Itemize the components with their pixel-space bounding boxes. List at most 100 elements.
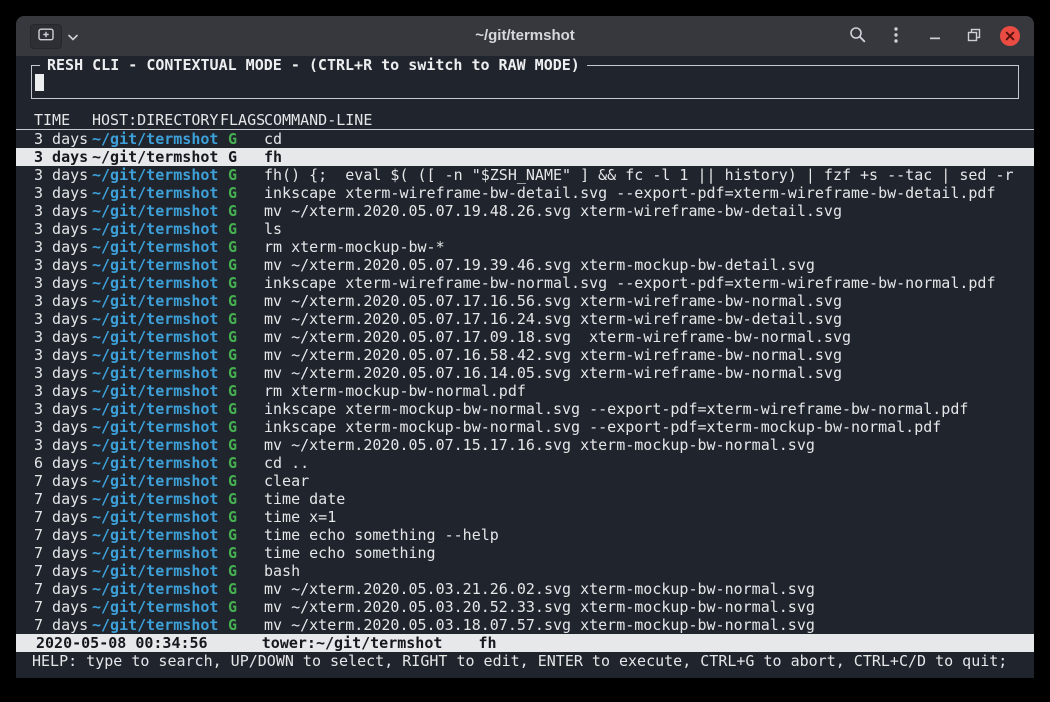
row-flags: G (220, 130, 264, 148)
restore-window-icon (967, 28, 981, 45)
history-rows: 3 days ~/git/termshot G cd 3 days ~/git/… (16, 130, 1034, 634)
row-directory: ~/git/termshot (92, 580, 220, 598)
row-command: cd (264, 130, 1034, 148)
row-directory: ~/git/termshot (92, 310, 220, 328)
row-flags: G (220, 400, 264, 418)
row-time: 3 days (34, 346, 92, 364)
table-row[interactable]: 3 days ~/git/termshot G mv ~/xterm.2020.… (16, 202, 1034, 220)
row-directory: ~/git/termshot (92, 472, 220, 490)
row-directory: ~/git/termshot (92, 328, 220, 346)
row-flags: G (220, 598, 264, 616)
table-row[interactable]: 3 days ~/git/termshot G fh() {; eval $( … (16, 166, 1034, 184)
row-time: 7 days (34, 490, 92, 508)
row-command: mv ~/xterm.2020.05.07.19.48.26.svg xterm… (264, 202, 1034, 220)
table-row[interactable]: 7 days ~/git/termshot G mv ~/xterm.2020.… (16, 580, 1034, 598)
row-flags: G (220, 382, 264, 400)
row-directory: ~/git/termshot (92, 616, 220, 634)
help-bar: HELP: type to search, UP/DOWN to select,… (16, 652, 1034, 670)
table-row[interactable]: 3 days ~/git/termshot G inkscape xterm-m… (16, 418, 1034, 436)
history-table-header: TIME HOST:DIRECTORY FLAGS COMMAND-LINE (16, 111, 1034, 130)
row-directory: ~/git/termshot (92, 148, 220, 166)
row-directory: ~/git/termshot (92, 598, 220, 616)
row-flags: G (220, 580, 264, 598)
row-directory: ~/git/termshot (92, 508, 220, 526)
row-directory: ~/git/termshot (92, 184, 220, 202)
row-time: 3 days (34, 202, 92, 220)
table-row[interactable]: 3 days ~/git/termshot G mv ~/xterm.2020.… (16, 310, 1034, 328)
row-time: 3 days (34, 148, 92, 166)
row-flags: G (220, 418, 264, 436)
row-time: 7 days (34, 508, 92, 526)
row-time: 3 days (34, 382, 92, 400)
table-row[interactable]: 3 days ~/git/termshot G fh (16, 148, 1034, 166)
row-directory: ~/git/termshot (92, 256, 220, 274)
row-time: 3 days (34, 130, 92, 148)
row-command: time echo something --help (264, 526, 1034, 544)
table-row[interactable]: 7 days ~/git/termshot G clear (16, 472, 1034, 490)
close-button[interactable] (1000, 26, 1020, 46)
row-command: mv ~/xterm.2020.05.07.17.16.56.svg xterm… (264, 292, 1034, 310)
chevron-down-icon (68, 29, 78, 44)
search-box[interactable]: RESH CLI - CONTEXTUAL MODE - (CTRL+R to … (31, 65, 1019, 99)
table-row[interactable]: 7 days ~/git/termshot G mv ~/xterm.2020.… (16, 616, 1034, 634)
row-directory: ~/git/termshot (92, 202, 220, 220)
table-row[interactable]: 7 days ~/git/termshot G bash (16, 562, 1034, 580)
table-row[interactable]: 3 days ~/git/termshot G mv ~/xterm.2020.… (16, 328, 1034, 346)
table-row[interactable]: 3 days ~/git/termshot G mv ~/xterm.2020.… (16, 292, 1034, 310)
row-directory: ~/git/termshot (92, 292, 220, 310)
row-directory: ~/git/termshot (92, 544, 220, 562)
row-time: 3 days (34, 220, 92, 238)
table-row[interactable]: 7 days ~/git/termshot G mv ~/xterm.2020.… (16, 598, 1034, 616)
table-row[interactable]: 7 days ~/git/termshot G time echo someth… (16, 526, 1034, 544)
table-row[interactable]: 3 days ~/git/termshot G cd (16, 130, 1034, 148)
row-time: 3 days (34, 256, 92, 274)
row-flags: G (220, 328, 264, 346)
row-directory: ~/git/termshot (92, 454, 220, 472)
row-flags: G (220, 346, 264, 364)
row-command: mv ~/xterm.2020.05.07.17.16.24.svg xterm… (264, 310, 1034, 328)
table-row[interactable]: 6 days ~/git/termshot G cd .. (16, 454, 1034, 472)
text-cursor (35, 74, 44, 91)
row-directory: ~/git/termshot (92, 238, 220, 256)
row-directory: ~/git/termshot (92, 364, 220, 382)
row-time: 3 days (34, 274, 92, 292)
table-row[interactable]: 3 days ~/git/termshot G inkscape xterm-w… (16, 274, 1034, 292)
table-row[interactable]: 3 days ~/git/termshot G mv ~/xterm.2020.… (16, 364, 1034, 382)
tab-dropdown-button[interactable] (68, 29, 78, 44)
table-row[interactable]: 7 days ~/git/termshot G time date (16, 490, 1034, 508)
row-command: fh() {; eval $( ([ -n "$ZSH_NAME" ] && f… (264, 166, 1034, 184)
new-tab-button[interactable] (30, 24, 62, 49)
restore-button[interactable] (961, 23, 987, 49)
row-command: mv ~/xterm.2020.05.07.16.58.42.svg xterm… (264, 346, 1034, 364)
table-row[interactable]: 3 days ~/git/termshot G mv ~/xterm.2020.… (16, 436, 1034, 454)
row-time: 7 days (34, 598, 92, 616)
table-row[interactable]: 3 days ~/git/termshot G rm xterm-mockup-… (16, 238, 1034, 256)
table-row[interactable]: 3 days ~/git/termshot G inkscape xterm-m… (16, 400, 1034, 418)
status-bar: 2020-05-08 00:34:56 tower:~/git/termshot… (16, 634, 1034, 652)
row-time: 7 days (34, 580, 92, 598)
minimize-button[interactable] (922, 23, 948, 49)
row-command: bash (264, 562, 1034, 580)
table-row[interactable]: 3 days ~/git/termshot G ls (16, 220, 1034, 238)
search-button[interactable] (844, 23, 870, 49)
row-command: inkscape xterm-mockup-bw-normal.svg --ex… (264, 400, 1034, 418)
row-time: 3 days (34, 166, 92, 184)
row-time: 3 days (34, 400, 92, 418)
row-directory: ~/git/termshot (92, 166, 220, 184)
table-row[interactable]: 3 days ~/git/termshot G inkscape xterm-w… (16, 184, 1034, 202)
table-row[interactable]: 3 days ~/git/termshot G mv ~/xterm.2020.… (16, 256, 1034, 274)
row-flags: G (220, 364, 264, 382)
table-row[interactable]: 7 days ~/git/termshot G time echo someth… (16, 544, 1034, 562)
row-time: 3 days (34, 238, 92, 256)
row-time: 3 days (34, 292, 92, 310)
table-row[interactable]: 7 days ~/git/termshot G time x=1 (16, 508, 1034, 526)
titlebar[interactable]: ~/git/termshot (16, 16, 1034, 56)
row-time: 3 days (34, 364, 92, 382)
row-command: mv ~/xterm.2020.05.03.21.26.02.svg xterm… (264, 580, 1034, 598)
table-row[interactable]: 3 days ~/git/termshot G rm xterm-mockup-… (16, 382, 1034, 400)
row-time: 3 days (34, 310, 92, 328)
window-title: ~/git/termshot (196, 16, 854, 56)
tab-plus-icon (38, 28, 54, 44)
menu-button[interactable] (883, 23, 909, 49)
table-row[interactable]: 3 days ~/git/termshot G mv ~/xterm.2020.… (16, 346, 1034, 364)
